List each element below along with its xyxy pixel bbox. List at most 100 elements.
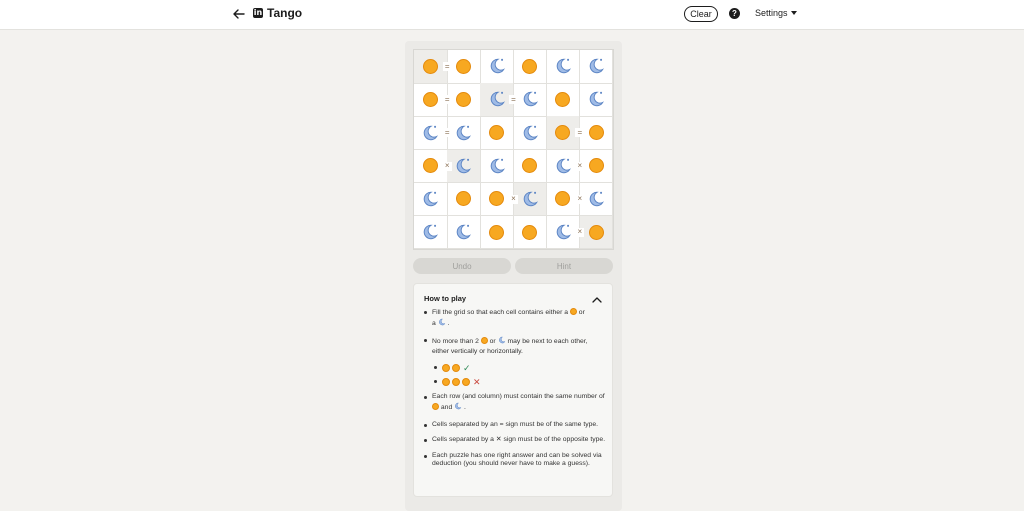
sun-icon [555,125,571,141]
board-cell[interactable] [513,182,547,217]
moon-icon [454,223,472,241]
sun-icon [555,91,571,107]
board-cell[interactable] [414,182,448,217]
sun-icon [452,377,460,386]
moon-icon [454,402,462,414]
sun-icon [442,377,450,386]
board-cell[interactable] [579,116,614,150]
moon-icon [488,57,506,75]
board-cell[interactable] [480,149,514,183]
sun-icon [489,125,505,141]
sun-icon [452,363,460,372]
moon-icon [587,190,605,208]
sun-icon [455,191,471,207]
board-cell[interactable] [513,149,547,183]
moon-icon [521,90,539,108]
equal-sign: = [442,128,452,138]
sun-icon [569,308,577,315]
back-arrow-icon[interactable] [231,6,247,22]
chevron-up-icon[interactable] [591,292,603,303]
board-cell[interactable] [480,50,514,84]
cross-sign: × [575,194,585,204]
moon-icon [521,190,539,208]
sun-icon [588,158,604,174]
example-valid: ✓ [424,363,606,372]
sun-icon [480,337,488,345]
board-cell[interactable] [480,116,514,150]
undo-button[interactable]: Undo [413,258,511,274]
board-cell[interactable] [579,50,614,84]
board-cell[interactable] [447,50,481,84]
moon-icon [421,223,439,241]
board-cell[interactable] [447,149,481,183]
moon-icon [554,57,572,75]
moon-icon [587,90,605,108]
sun-icon [522,58,538,74]
rules-list: Fill the grid so that each cell contains… [424,308,606,476]
brand: in Tango [253,6,302,20]
sun-icon [522,158,538,174]
cross-sign: × [442,161,452,171]
sun-icon [422,91,438,107]
board-cell[interactable] [546,83,581,117]
moon-icon [521,124,539,142]
sun-icon [455,58,471,74]
sun-icon [422,158,438,174]
moon-icon [454,157,472,175]
sun-icon [555,191,571,207]
cross-icon: ✕ [473,376,481,387]
moon-icon [454,124,472,142]
rule-fill-grid: Fill the grid so that each cell contains… [424,308,606,329]
board-cell[interactable] [414,215,448,250]
sun-icon [442,363,450,372]
moon-icon [498,336,506,348]
rule-cross-sign: Cells separated by a ✕ sign must be of t… [424,436,606,445]
moon-icon [554,157,572,175]
board-cell[interactable] [447,215,481,250]
settings-label: Settings [755,8,788,18]
moon-icon [421,190,439,208]
equal-sign: = [442,95,452,105]
game-title: Tango [267,6,303,20]
sun-icon [588,224,604,240]
equal-sign: = [575,128,585,138]
sun-icon [522,224,538,240]
sun-icon [489,224,505,240]
board-cell[interactable] [579,149,614,183]
sun-icon [588,125,604,141]
moon-icon [438,318,446,330]
sun-icon [489,191,505,207]
board-cell[interactable] [546,50,581,84]
how-to-play-panel: How to play Fill the grid so that each c… [413,283,613,497]
rule-one-answer: Each puzzle has one right answer and can… [424,452,606,469]
help-icon[interactable]: ? [729,8,740,19]
board-cell[interactable] [579,182,614,217]
equal-sign: = [509,95,518,105]
board-cell[interactable] [447,83,481,117]
board-cell[interactable] [480,215,514,250]
example-invalid: ✕ [424,377,606,386]
board-cell[interactable] [447,116,481,150]
hint-button[interactable]: Hint [515,258,613,274]
game-board: = = = = = × × × × × [413,49,614,250]
board-cell[interactable] [513,215,547,250]
sun-icon [432,402,439,410]
settings-dropdown[interactable]: Settings [755,8,797,18]
board-cell[interactable] [513,50,547,84]
board-cell[interactable] [513,116,547,150]
caret-down-icon [790,11,797,15]
equal-sign: = [442,62,452,72]
cross-sign: × [575,161,585,171]
rule-equal-count: Each row (and column) must contain the s… [424,393,606,413]
top-bar: in Tango Clear ? Settings [0,0,1024,30]
board-cell[interactable] [579,215,614,250]
linkedin-logo-icon: in [253,8,263,18]
moon-icon [488,157,506,175]
sun-icon [462,377,470,386]
board-cell[interactable] [513,83,547,117]
sun-icon [455,91,471,107]
moon-icon [421,124,439,142]
board-cell[interactable] [579,83,614,117]
clear-button[interactable]: Clear [684,6,718,22]
board-cell[interactable] [447,182,481,217]
